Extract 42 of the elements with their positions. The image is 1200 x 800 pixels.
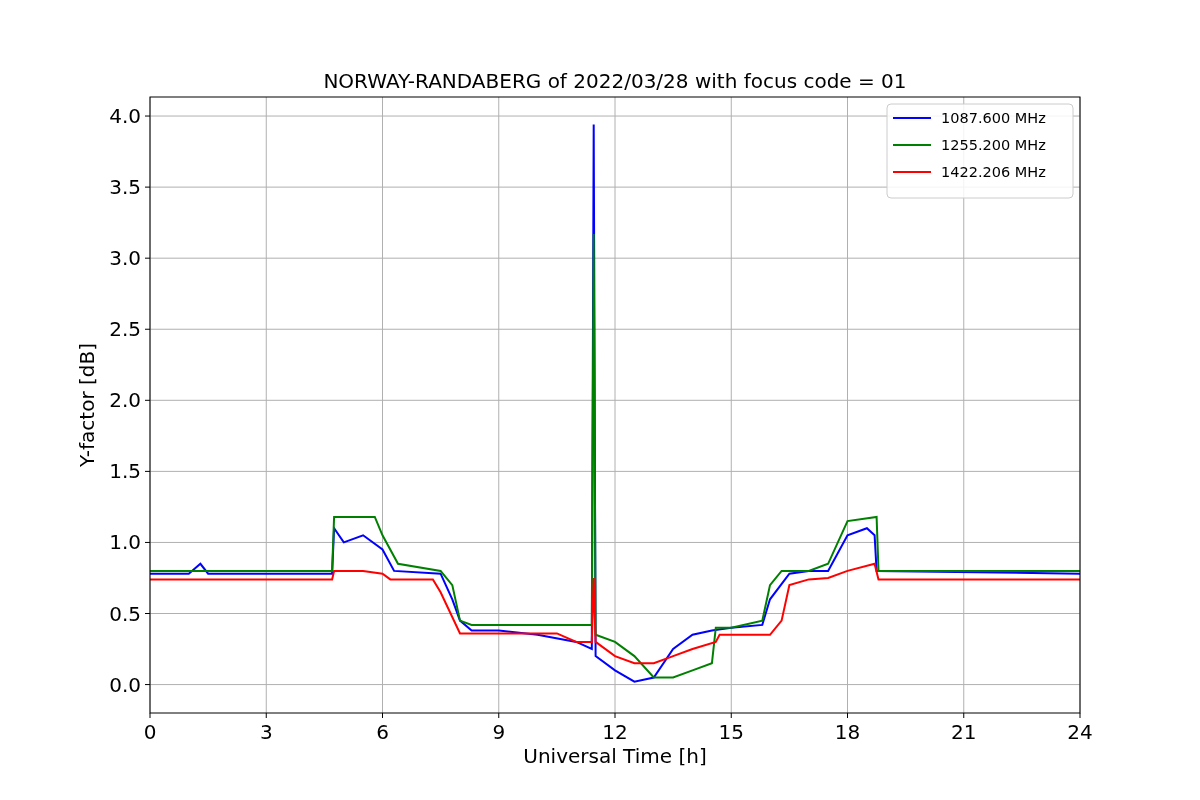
legend-label: 1422.206 MHz — [941, 164, 1046, 180]
x-tick-label: 24 — [1067, 720, 1093, 744]
tick-mark — [144, 541, 151, 543]
x-tick-label: 15 — [718, 720, 744, 744]
y-tick-label: 3.0 — [109, 246, 141, 271]
x-tick-label: 12 — [602, 720, 628, 744]
tick-mark — [144, 186, 151, 188]
tick-mark — [144, 613, 151, 614]
x-tick-label: 18 — [834, 720, 861, 744]
x-tick-label: 3 — [259, 720, 273, 744]
tick-mark — [144, 399, 151, 401]
x-tick-label: 6 — [376, 720, 389, 744]
tick-mark — [963, 712, 965, 719]
y-tick-label: 1.5 — [109, 459, 141, 484]
tick-mark — [614, 712, 616, 719]
y-tick-label: 3.5 — [109, 175, 141, 200]
x-tick-label: 21 — [951, 720, 977, 744]
tick-mark — [144, 684, 151, 686]
x-tick-label: 9 — [492, 720, 506, 744]
tick-mark — [144, 257, 151, 259]
tick-mark — [498, 712, 500, 719]
y-tick-label: 4.0 — [109, 104, 141, 129]
x-tick-label: 0 — [143, 720, 157, 744]
x-axis-label: Universal Time [h] — [523, 744, 707, 768]
y-tick-label: 2.0 — [109, 388, 141, 413]
y-axis-label: Y-factor [dB] — [75, 343, 99, 467]
y-tick-label: 0.0 — [109, 672, 141, 697]
y-tick-label: 2.5 — [109, 317, 141, 342]
y-tick-label: 1.0 — [109, 530, 141, 555]
tick-mark — [144, 328, 151, 330]
tick-mark — [149, 712, 151, 719]
tick-mark — [265, 712, 267, 719]
legend-label: 1255.200 MHz — [941, 137, 1046, 153]
tick-mark — [1079, 712, 1081, 719]
tick-mark — [144, 115, 151, 117]
tick-mark — [730, 712, 732, 719]
y-tick-label: 0.5 — [109, 601, 141, 626]
legend-label: 1087.600 MHz — [941, 110, 1046, 126]
tick-mark — [144, 470, 151, 472]
tick-mark — [382, 712, 383, 719]
chart-title: NORWAY-RANDABERG of 2022/03/28 with focus code = 01 — [323, 69, 907, 93]
tick-mark — [847, 712, 848, 719]
